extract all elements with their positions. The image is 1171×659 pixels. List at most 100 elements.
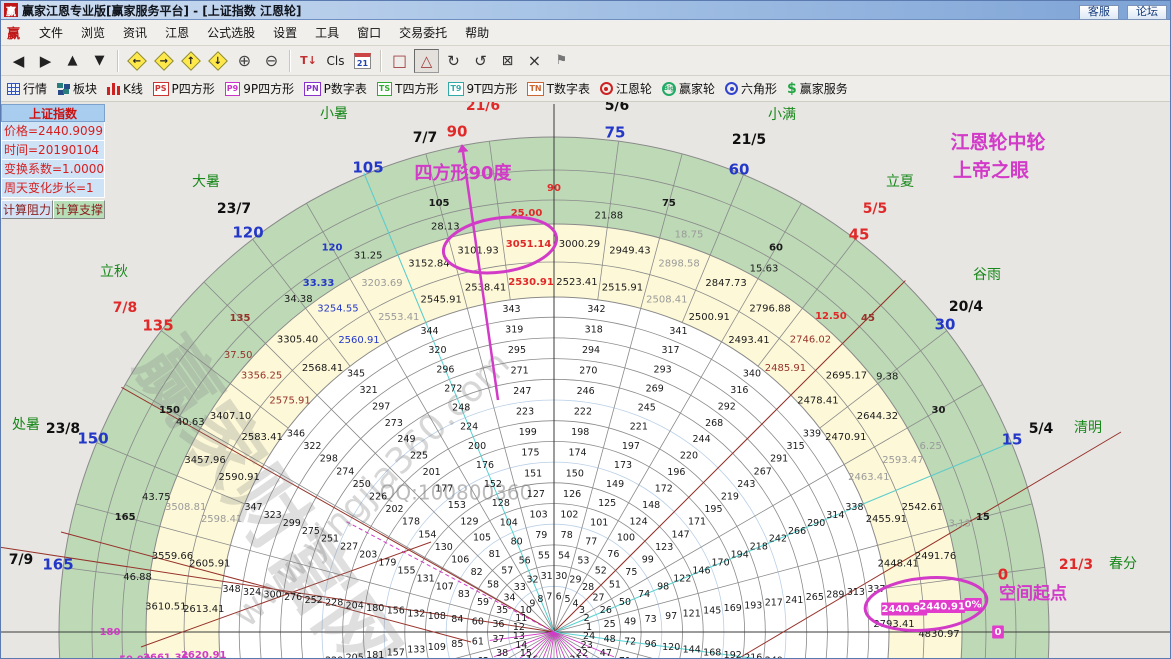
spiral-number: 244 (692, 434, 710, 445)
ring-value: 2847.73 (705, 278, 746, 289)
spiral-number: 60 (472, 616, 484, 627)
menu-item-formula-picker[interactable]: 公式选股 (198, 21, 264, 44)
menu-item-trading[interactable]: 交易委托 (390, 21, 456, 44)
ring-value: 3457.96 (184, 455, 225, 466)
menu-item-gann[interactable]: 江恩 (156, 21, 198, 44)
spiral-number: 240 (765, 655, 783, 658)
spiral-number: 317 (661, 345, 679, 356)
spiral-number: 318 (585, 325, 603, 336)
spiral-number: 342 (587, 304, 605, 315)
scale-up-icon[interactable]: ▲ (60, 49, 85, 73)
spiral-number: 71 (619, 656, 631, 658)
spiral-number: 24 (583, 631, 595, 642)
quotes-button-label: 行情 (23, 80, 47, 97)
zoom-in-icon[interactable]: ⊕ (232, 49, 257, 73)
spiral-number: 29 (569, 575, 581, 586)
center-cross-icon[interactable]: × (522, 49, 547, 73)
rim-label-angR: 90 (447, 123, 468, 141)
menu-item-browse[interactable]: 浏览 (72, 21, 114, 44)
rim-label-term: 大暑 (192, 174, 220, 190)
scale-down-icon[interactable]: ▼ (87, 49, 112, 73)
p-square-button[interactable]: PSP四方形 (153, 80, 215, 97)
ring-value: 34.38 (284, 294, 313, 305)
highlighted-value: 0% (965, 600, 982, 611)
cls-button[interactable]: Cls (323, 49, 348, 73)
hexagon-button-label: 六角形 (741, 80, 777, 97)
calc-resistance-button[interactable]: 计算阻力 (1, 200, 53, 219)
menu-item-help[interactable]: 帮助 (456, 21, 498, 44)
menu-item-window[interactable]: 窗口 (348, 21, 390, 44)
spiral-number: 295 (508, 345, 526, 356)
9p-square-button-label: 9P四方形 (243, 80, 294, 97)
square-tool-icon[interactable]: □ (387, 49, 412, 73)
move-right-icon[interactable]: → (151, 49, 176, 73)
9p-square-button[interactable]: P99P四方形 (225, 80, 294, 97)
menu-item-settings[interactable]: 设置 (264, 21, 306, 44)
p-square-button-icon: PS (153, 82, 169, 96)
spiral-number: 78 (561, 530, 573, 541)
menu-item-tools[interactable]: 工具 (306, 21, 348, 44)
page-prev-icon[interactable]: ◀ (6, 49, 31, 73)
spiral-number: 174 (568, 448, 586, 459)
ring-value: 50.00 (119, 654, 151, 658)
page-next-icon[interactable]: ▶ (33, 49, 58, 73)
t-square-button[interactable]: TST四方形 (377, 80, 439, 97)
menu-item-news[interactable]: 资讯 (114, 21, 156, 44)
menu-item-file[interactable]: 文件 (30, 21, 72, 44)
move-left-icon[interactable]: ← (124, 49, 149, 73)
9t-square-button[interactable]: T99T四方形 (448, 80, 517, 97)
quotes-button[interactable]: 行情 (7, 80, 47, 97)
calc-support-button[interactable]: 计算支撑 (53, 200, 105, 219)
move-up-icon[interactable]: ↑ (178, 49, 203, 73)
calendar-icon[interactable]: 21 (350, 49, 375, 73)
spiral-number: 123 (655, 542, 673, 553)
rim-label-ang: 105 (352, 159, 383, 177)
winner-service-button[interactable]: $赢家服务 (787, 80, 848, 97)
sectors-button[interactable]: 板块 (57, 80, 97, 97)
sector-blocks-icon (57, 83, 70, 95)
spiral-number: 243 (737, 479, 755, 490)
spiral-number: 339 (803, 429, 821, 440)
spiral-number: 205 (346, 653, 364, 658)
spiral-number: 274 (336, 466, 354, 477)
kline-button[interactable]: K线 (107, 80, 143, 97)
spiral-number: 97 (665, 611, 677, 622)
customer-service-button[interactable]: 客服 (1079, 5, 1119, 20)
rim-label-date: 5/4 (1029, 421, 1054, 437)
t-down-icon[interactable]: T↓ (296, 49, 321, 73)
ring-value: 3203.69 (361, 278, 402, 289)
ring-value: 180 (100, 627, 121, 638)
t-number-table-button[interactable]: TNT数字表 (527, 80, 590, 97)
ring-value: 2515.91 (602, 283, 643, 294)
hexagon-button[interactable]: 六角形 (725, 80, 777, 97)
spiral-number: 320 (428, 345, 446, 356)
spiral-number: 55 (538, 550, 550, 561)
rotate-ccw-icon[interactable]: ↺ (468, 49, 493, 73)
p-number-table-button[interactable]: PNP数字表 (304, 80, 367, 97)
clear-flag-icon[interactable]: ⚑ (549, 49, 574, 73)
forum-button[interactable]: 论坛 (1127, 5, 1167, 20)
winner-wheel-button[interactable]: Big赢家轮 (662, 80, 715, 97)
quotes-grid-icon (7, 83, 20, 95)
step-row: 周天变化步长=1 (1, 179, 105, 198)
triangle-tool-icon[interactable]: △ (414, 49, 439, 73)
rotate-cw-icon[interactable]: ↻ (441, 49, 466, 73)
ring-value: 2491.76 (915, 551, 956, 562)
spiral-number: 144 (683, 645, 701, 656)
spiral-number: 106 (451, 555, 469, 566)
rim-label-ang: 150 (77, 430, 108, 448)
rim-label-term: 清明 (1074, 420, 1102, 436)
spiral-number: 72 (624, 637, 636, 648)
fit-box-icon[interactable]: ⊠ (495, 49, 520, 73)
rim-label-angR: 135 (142, 317, 173, 335)
rim-label-term: 立秋 (100, 264, 128, 280)
spiral-number: 152 (484, 479, 502, 490)
gann-wheel-button[interactable]: 江恩轮 (600, 80, 652, 97)
spiral-number: 252 (305, 595, 323, 606)
spiral-number: 348 (223, 584, 241, 595)
t-square-button-label: T四方形 (395, 80, 438, 97)
zoom-out-icon[interactable]: ⊖ (259, 49, 284, 73)
spiral-number: 77 (585, 536, 597, 547)
gann-wheel-chart[interactable]: 赢家财富网www.yingjia360.comQQ:10080036012345… (1, 102, 1170, 658)
move-down-icon[interactable]: ↓ (205, 49, 230, 73)
